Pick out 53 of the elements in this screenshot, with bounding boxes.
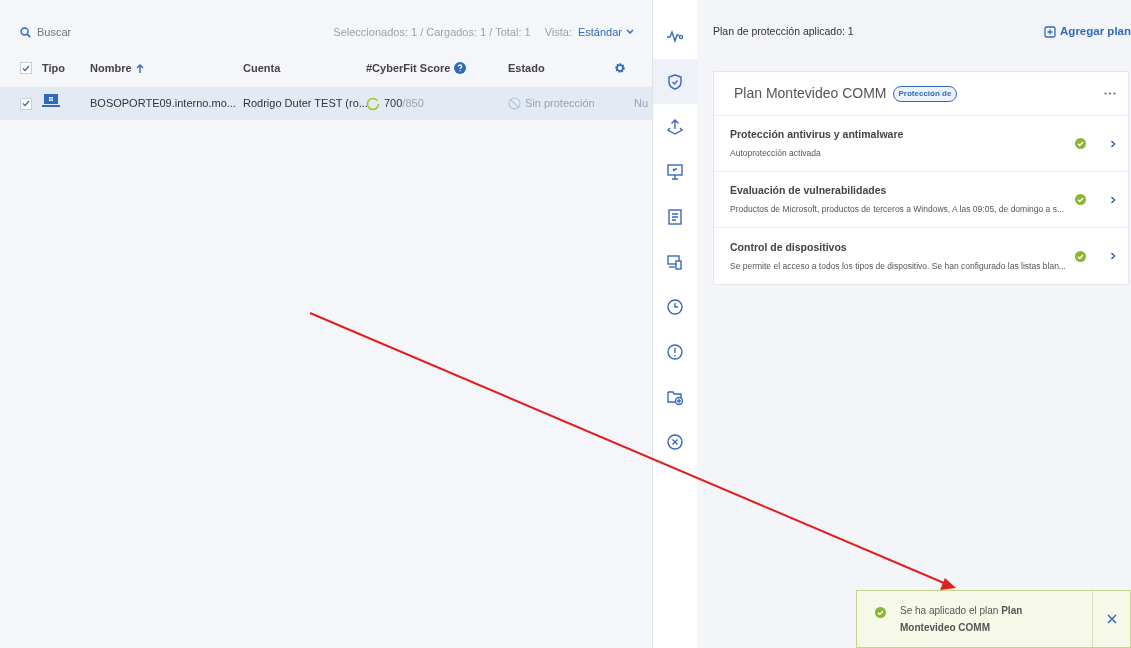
plan-item-title: Control de dispositivos [730,239,848,255]
close-icon [1106,614,1117,624]
view-label: Vista: [544,24,572,40]
view-dropdown[interactable]: Estándar [577,23,634,41]
monitor-icon [666,162,684,181]
sort-ascending-icon [135,63,144,73]
plan-title: Plan Montevideo COMM [734,84,887,103]
plan-item-title: Evaluación de vulnerabilidades [730,183,888,199]
chevron-right-icon [1110,139,1116,148]
add-icon [1044,26,1057,38]
table-cell-text: Nu [634,96,650,112]
plan-item[interactable]: Control de dispositivos Se permite el acceso a todos los tipos de dispositivo. Se han configurado las listas blan... [714,228,1128,284]
shield-check-icon [666,72,684,91]
checkbox[interactable] [20,97,32,110]
devices-icon [666,252,684,271]
blocked-icon [508,97,521,110]
search-field[interactable]: Buscar [37,23,157,41]
column-header: Estado [508,60,545,76]
selection-counts: Seleccionados: 1 / Cargados: 1 / Total: 1 [333,24,531,40]
column-header: Nombre [90,60,132,76]
clock-icon [666,297,684,316]
plan-item[interactable]: Evaluación de vulnerabilidades Productos de Microsoft, productos de terceros a Windows, A las 09:05, de domingo a s... [714,172,1128,228]
score-ring-icon [366,96,380,111]
document-icon [666,207,684,226]
toast-message: Se ha aplicado el plan Plan Montevideo COMM [900,603,1024,635]
status-text: Sin protección [525,96,595,112]
chevron-right-icon [1110,195,1116,204]
add-plan-button[interactable]: Agregar plan [1044,23,1131,41]
table-cell-text: BOSOPORTE09.interno.mo... [90,96,237,112]
plan-item[interactable]: Protección antivirus y antimalware Autoprotección activada [714,116,1128,172]
plan-item-description: Autoprotección activada [730,147,822,160]
table-row[interactable]: BOSOPORTE09.interno.mo... Rodrigo Duter TEST (ro... 700/850 Sin protección Nu [0,87,652,120]
table-cell-text: Rodrigo Duter TEST (ro... [243,96,366,112]
more-options-icon[interactable] [1104,92,1116,95]
column-header: Cuenta [243,60,281,76]
column-header: Tipo [42,60,65,76]
search-icon [20,26,31,38]
checkbox[interactable] [20,62,32,74]
chevron-right-icon [1110,252,1116,260]
upload-icon [666,117,684,136]
score-value: 700/850 [384,96,424,112]
plan-item-title: Protección antivirus y antimalware [730,127,905,143]
help-icon [454,62,467,74]
plan-item-description: Productos de Microsoft, productos de terceros a Windows, A las 09:05, de domingo a s... [730,203,1066,216]
cancel-icon [666,432,684,451]
alert-icon [666,342,684,361]
success-icon [875,606,886,618]
plan-type-badge: Protección de [892,85,958,102]
plan-item-description: Se permite el acceso a todos los tipos de dispositivo. Se han configurado las listas blan... [730,259,1067,273]
chevron-down-icon [626,29,634,35]
laptop-icon [42,94,60,109]
applied-plans-count: Plan de protección aplicado: 1 [713,24,854,40]
column-header: #CyberFit Score [366,60,451,76]
